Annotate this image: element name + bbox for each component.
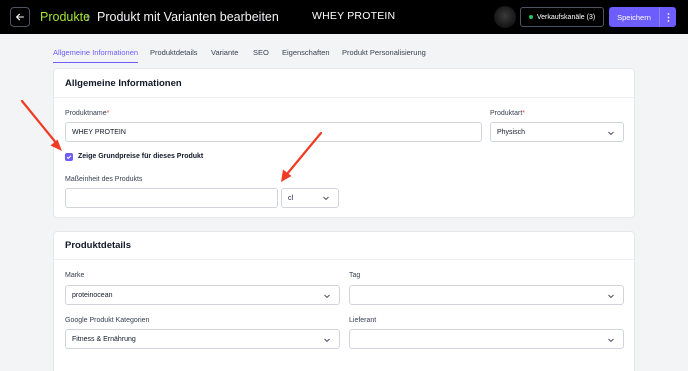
save-button[interactable]: Speichern	[609, 7, 659, 27]
chevron-down-icon	[324, 338, 330, 343]
avatar[interactable]	[494, 6, 516, 28]
tag-select[interactable]	[349, 285, 624, 305]
chevron-down-icon	[323, 196, 329, 201]
product-type-label: Produktart*	[490, 110, 526, 117]
product-type-select[interactable]: Physisch	[490, 122, 624, 142]
tab-seo[interactable]: SEO	[253, 48, 269, 62]
card-header: Allgemeine Informationen	[54, 69, 634, 98]
card-header: Produktdetails	[54, 232, 634, 260]
chevron-down-icon	[324, 294, 330, 299]
unit-select[interactable]: cl	[281, 188, 339, 208]
product-name-label: Produktname*	[65, 110, 110, 117]
tab-properties[interactable]: Eigenschaften	[282, 48, 330, 62]
top-bar: Produkte › Produkt mit Varianten bearbei…	[0, 0, 688, 34]
unit-amount-input[interactable]	[65, 188, 278, 208]
unit-value: cl	[288, 194, 294, 202]
product-name-input[interactable]: WHEY PROTEIN	[65, 122, 482, 142]
product-type-value: Physisch	[497, 128, 526, 136]
card-title-product-details: Produktdetails	[65, 240, 131, 251]
tag-label: Tag	[349, 272, 361, 279]
card-title-general-info: Allgemeine Informationen	[65, 78, 182, 89]
general-info-card: Allgemeine Informationen Produktname* WH…	[53, 68, 635, 218]
tab-product-details[interactable]: Produktdetails	[150, 48, 198, 62]
sales-channels-button[interactable]: Verkaufskanäle (3)	[520, 7, 604, 27]
google-category-label: Google Produkt Kategorien	[65, 317, 150, 324]
brand-label: Marke	[65, 272, 85, 279]
product-details-card: Produktdetails Marke proteinocean Tag Go…	[53, 231, 635, 371]
tab-variants[interactable]: Variante	[211, 48, 238, 62]
more-vertical-icon	[667, 12, 669, 22]
product-title: WHEY PROTEIN	[312, 10, 396, 22]
tab-general-info[interactable]: Allgemeine Informationen	[53, 48, 139, 63]
google-category-value: Fitness & Ernährung	[72, 335, 136, 343]
chevron-down-icon	[608, 338, 614, 343]
chevron-down-icon	[608, 294, 614, 299]
base-price-checkbox[interactable]	[65, 153, 73, 161]
unit-label: Maßeinheit des Produkts	[65, 176, 143, 183]
supplier-select[interactable]	[349, 329, 624, 349]
back-arrow-icon	[16, 13, 25, 21]
more-options-button[interactable]	[659, 7, 676, 27]
sales-channels-label: Verkaufskanäle (3)	[536, 13, 596, 21]
chevron-down-icon	[608, 131, 614, 136]
breadcrumb-separator: ›	[86, 10, 90, 24]
dot-icon	[528, 15, 533, 19]
breadcrumb-products[interactable]: Produkte	[40, 9, 90, 25]
google-category-select[interactable]: Fitness & Ernährung	[65, 329, 340, 349]
checkmark-icon	[66, 155, 72, 160]
brand-value: proteinocean	[72, 291, 113, 299]
base-price-checkbox-label[interactable]: Zeige Grundpreise für dieses Produkt	[78, 153, 203, 160]
back-button[interactable]	[10, 7, 30, 27]
brand-select[interactable]: proteinocean	[65, 285, 340, 305]
page-title: Produkt mit Varianten bearbeiten	[97, 10, 279, 24]
supplier-label: Lieferant	[349, 317, 377, 324]
tab-product-personalization[interactable]: Produkt Personalisierung	[342, 48, 426, 62]
